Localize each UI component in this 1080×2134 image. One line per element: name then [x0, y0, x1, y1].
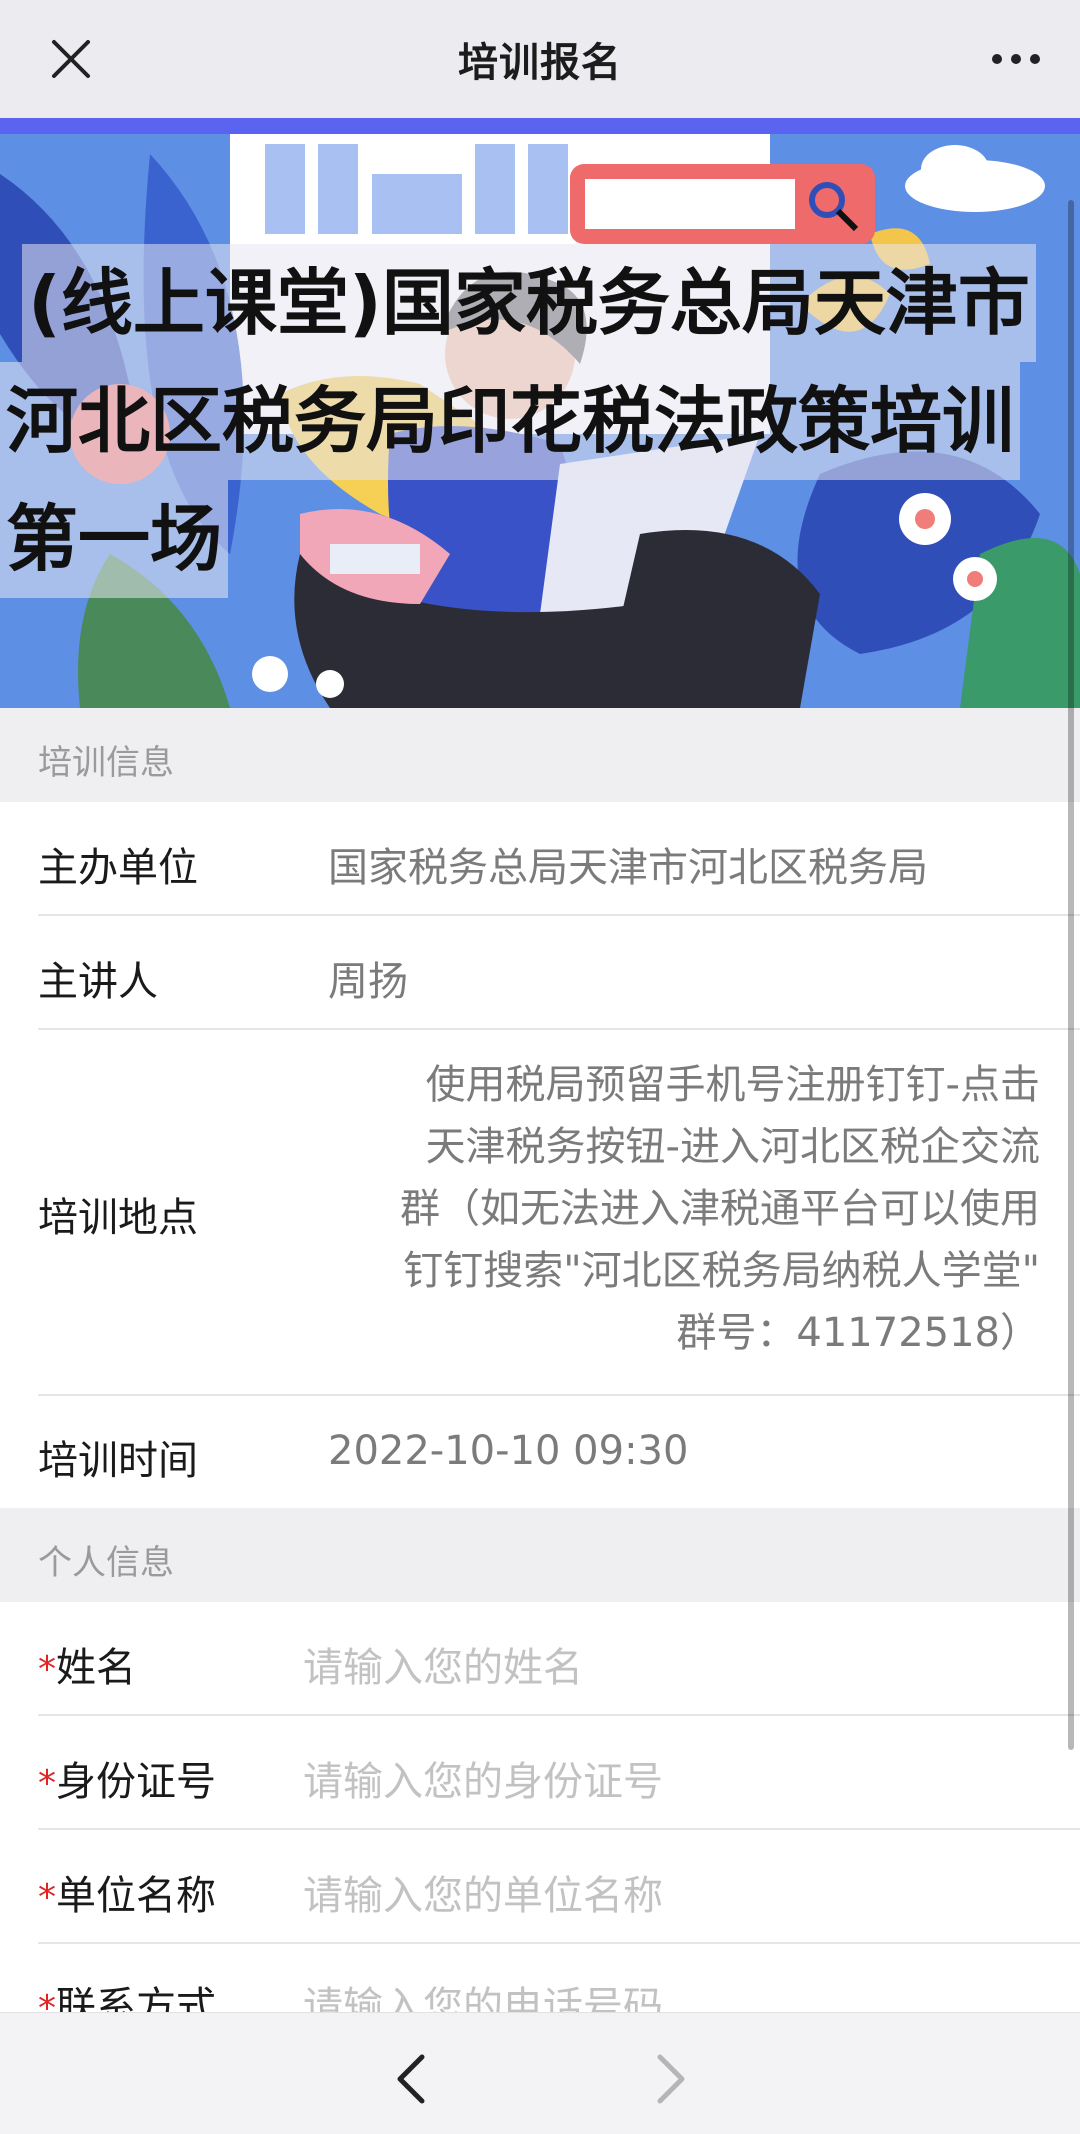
- name-label: *姓名: [38, 1645, 136, 1691]
- required-mark: *: [38, 1763, 56, 1804]
- bottom-nav-bar: [0, 2012, 1080, 2134]
- info-row-location: 培训地点 使用税局预留手机号注册钉钉-点击 天津税务按钮-进入河北区税企交流 群…: [0, 1030, 1080, 1396]
- id-number-label: *身份证号: [38, 1759, 216, 1805]
- info-row-organizer: 主办单位 国家税务总局天津市河北区税务局: [0, 802, 1080, 916]
- time-label: 培训时间: [38, 1438, 198, 1484]
- accent-strip: [0, 118, 1080, 134]
- location-value: 使用税局预留手机号注册钉钉-点击 天津税务按钮-进入河北区税企交流 群（如无法进…: [400, 1062, 1040, 1356]
- time-value: 2022-10-10 09:30: [328, 1428, 689, 1474]
- company-input[interactable]: 请输入您的单位名称: [303, 1863, 663, 1921]
- speaker-label: 主讲人: [38, 959, 158, 1005]
- scrollbar[interactable]: [1068, 200, 1074, 1750]
- top-bar: 培训报名: [0, 0, 1080, 118]
- chevron-left-icon[interactable]: [392, 2053, 432, 2105]
- training-title: (线上课堂)国家税务总局天津市 河北区税务局印花税法政策培训 第一场: [0, 244, 1080, 598]
- section-header-personal-info: 个人信息: [0, 1508, 1080, 1602]
- title-line-2: 河北区税务局印花税法政策培训: [0, 362, 1021, 480]
- organizer-value: 国家税务总局天津市河北区税务局: [328, 845, 928, 891]
- id-number-input[interactable]: 请输入您的身份证号: [303, 1749, 663, 1807]
- company-label: *单位名称: [38, 1873, 216, 1919]
- name-input[interactable]: 请输入您的姓名: [303, 1635, 583, 1693]
- form-row-company: *单位名称 请输入您的单位名称: [0, 1830, 1080, 1944]
- required-mark: *: [38, 1877, 56, 1918]
- close-icon[interactable]: [48, 36, 94, 82]
- chevron-right-icon[interactable]: [650, 2053, 690, 2105]
- title-line-1: (线上课堂)国家税务总局天津市: [22, 244, 1036, 362]
- title-line-3: 第一场: [0, 480, 229, 598]
- location-label: 培训地点: [38, 1195, 198, 1241]
- organizer-label: 主办单位: [38, 845, 198, 891]
- page-title: 培训报名: [458, 40, 622, 86]
- info-row-speaker: 主讲人 周扬: [0, 916, 1080, 1030]
- form-row-name: *姓名 请输入您的姓名: [0, 1602, 1080, 1716]
- info-row-time: 培训时间 2022-10-10 09:30: [0, 1396, 1080, 1508]
- speaker-value: 周扬: [328, 959, 408, 1005]
- form-row-id-number: *身份证号 请输入您的身份证号: [0, 1716, 1080, 1830]
- more-icon[interactable]: [990, 52, 1042, 66]
- banner-image: (线上课堂)国家税务总局天津市 河北区税务局印花税法政策培训 第一场: [0, 134, 1080, 708]
- required-mark: *: [38, 1649, 56, 1690]
- section-header-training-info: 培训信息: [0, 708, 1080, 802]
